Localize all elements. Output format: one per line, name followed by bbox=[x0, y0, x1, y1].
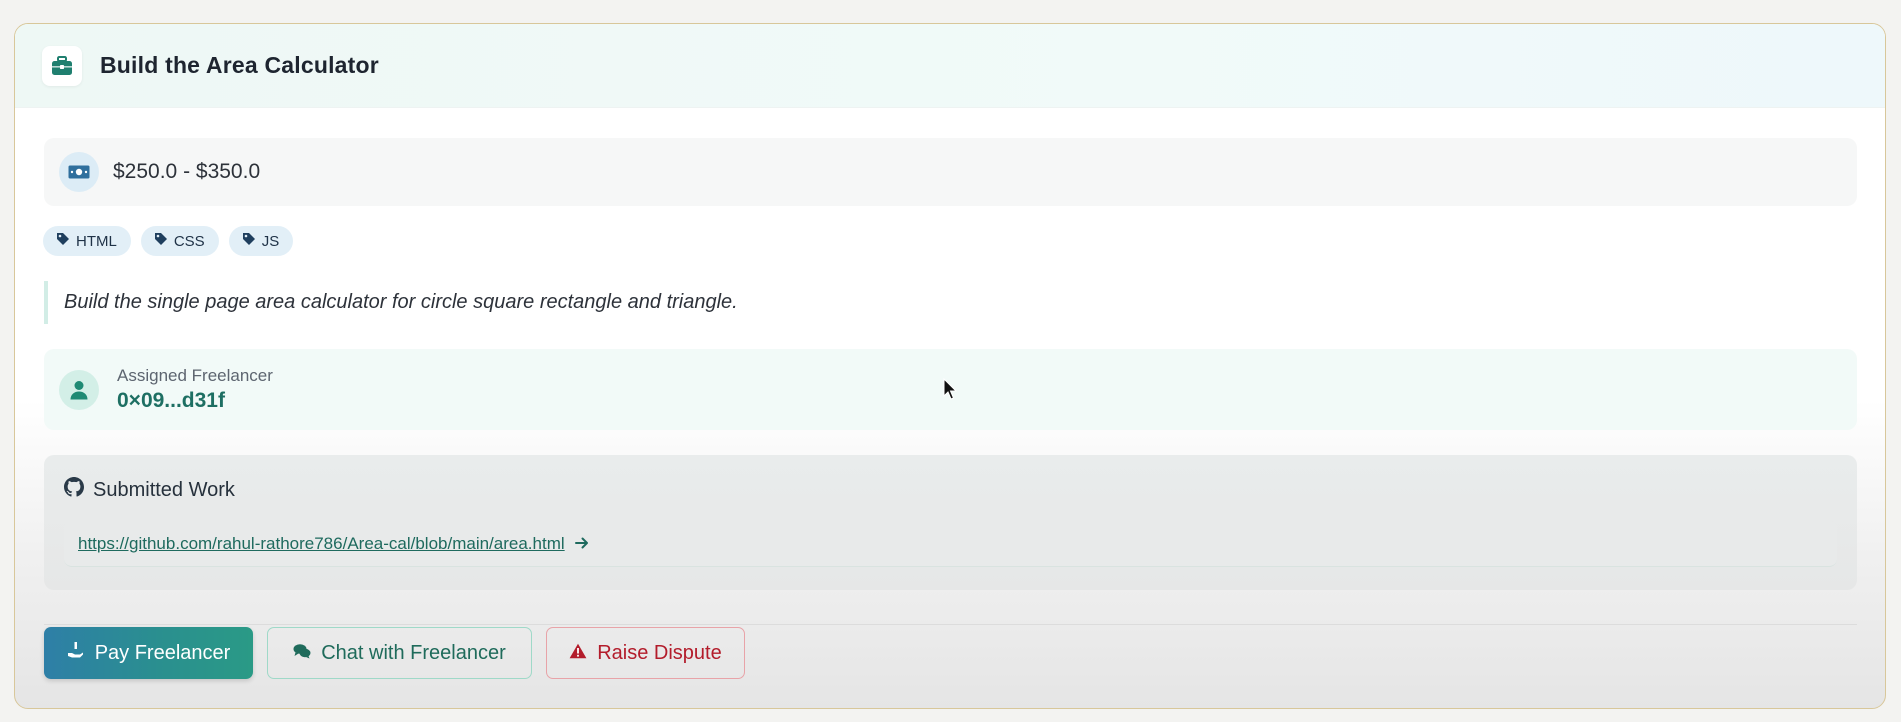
skill-tags: HTML CSS JS bbox=[43, 226, 294, 256]
money-bill-icon bbox=[59, 152, 99, 192]
comments-icon bbox=[293, 642, 311, 665]
submitted-work-panel: Submitted Work https://github.com/rahul-… bbox=[44, 455, 1857, 590]
action-bar: Pay Freelancer Chat with Freelancer Rais… bbox=[44, 627, 745, 679]
tag-label: JS bbox=[261, 232, 280, 250]
project-card: Build the Area Calculator $250.0 - $350.… bbox=[14, 23, 1886, 709]
dispute-button-label: Raise Dispute bbox=[597, 641, 722, 664]
briefcase-icon bbox=[42, 45, 82, 86]
chat-with-freelancer-button[interactable]: Chat with Freelancer bbox=[267, 627, 532, 679]
card-header: Build the Area Calculator bbox=[15, 24, 1885, 108]
freelancer-address: 0×09...d31f bbox=[117, 389, 225, 412]
tag-icon bbox=[242, 232, 256, 250]
tag-html: HTML bbox=[43, 226, 131, 256]
freelancer-label: Assigned Freelancer bbox=[117, 366, 273, 385]
page-title: Build the Area Calculator bbox=[100, 52, 379, 78]
budget-panel: $250.0 - $350.0 bbox=[44, 138, 1857, 206]
tag-css: CSS bbox=[140, 226, 219, 256]
tag-icon bbox=[56, 232, 70, 250]
pay-freelancer-button[interactable]: Pay Freelancer bbox=[44, 627, 253, 679]
tag-js: JS bbox=[228, 226, 294, 256]
mouse-cursor-icon bbox=[943, 377, 958, 405]
tag-label: CSS bbox=[173, 232, 205, 250]
project-description: Build the single page area calculator fo… bbox=[44, 281, 1544, 324]
submitted-work-title: Submitted Work bbox=[93, 478, 235, 501]
tag-icon bbox=[154, 232, 168, 250]
raise-dispute-button[interactable]: Raise Dispute bbox=[546, 627, 745, 679]
pay-button-label: Pay Freelancer bbox=[94, 641, 231, 664]
arrow-right-icon[interactable] bbox=[574, 533, 589, 554]
divider bbox=[44, 624, 1857, 625]
github-icon bbox=[64, 477, 84, 503]
tag-label: HTML bbox=[76, 232, 117, 250]
warning-triangle-icon bbox=[569, 642, 587, 665]
hand-holding-dollar-icon bbox=[67, 641, 85, 665]
submission-link-box: https://github.com/rahul-rathore786/Area… bbox=[64, 521, 1837, 567]
budget-range: $250.0 - $350.0 bbox=[113, 160, 261, 183]
submission-link[interactable]: https://github.com/rahul-rathore786/Area… bbox=[78, 534, 565, 554]
chat-button-label: Chat with Freelancer bbox=[321, 641, 506, 664]
user-icon bbox=[59, 369, 99, 410]
